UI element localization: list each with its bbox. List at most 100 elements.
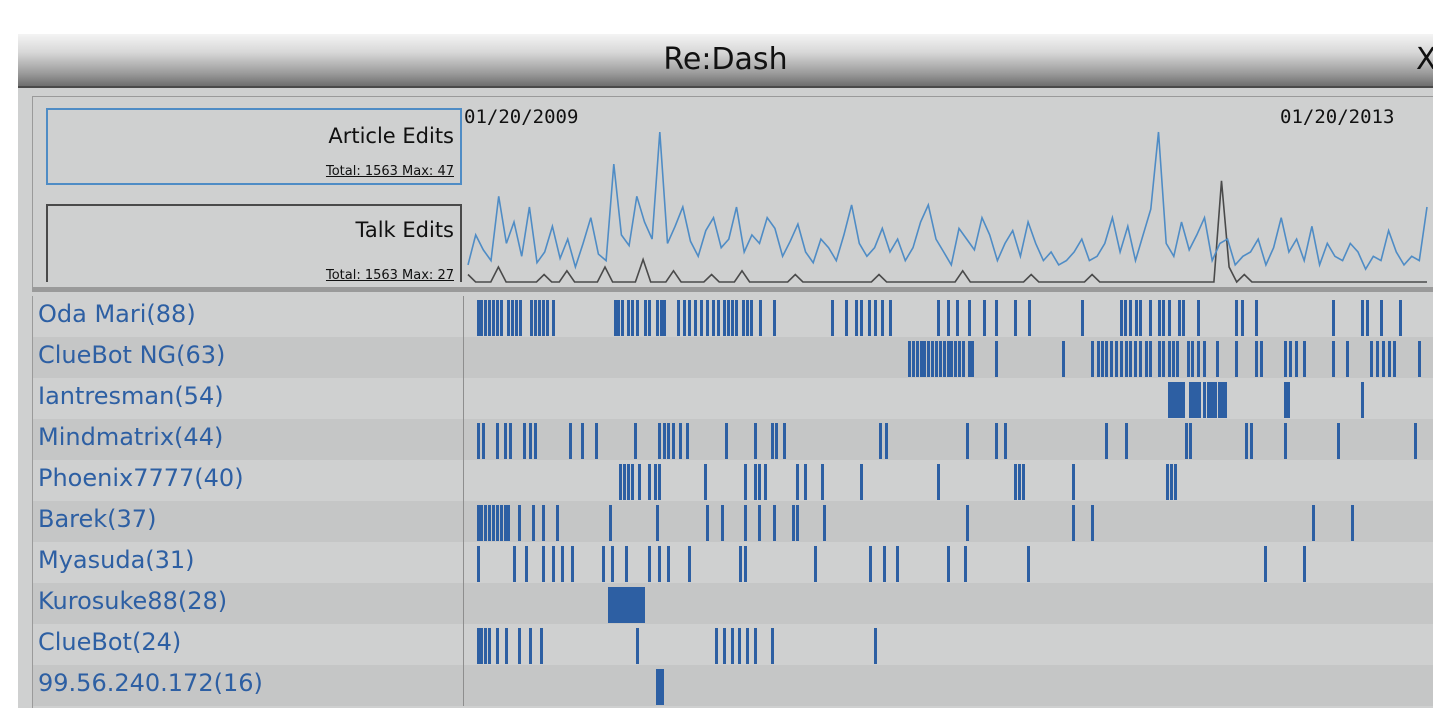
talk-edits-legend[interactable]: Talk Edits Total: 1563 Max: 27 bbox=[46, 204, 462, 283]
user-row[interactable]: ClueBot(24) bbox=[33, 624, 1433, 665]
edit-tick bbox=[534, 300, 537, 336]
edit-tick bbox=[860, 464, 863, 500]
edit-tick bbox=[534, 423, 537, 459]
edit-tick bbox=[519, 300, 522, 336]
edit-tick bbox=[966, 423, 969, 459]
user-name-link[interactable]: 99.56.240.172(16) bbox=[38, 669, 263, 697]
edit-timeline[interactable] bbox=[465, 300, 1433, 336]
edit-tick bbox=[683, 300, 686, 336]
edit-tick bbox=[1284, 423, 1287, 459]
user-name-link[interactable]: Iantresman(54) bbox=[38, 382, 224, 410]
user-row[interactable]: Kurosuke88(28) bbox=[33, 583, 1433, 624]
edit-tick bbox=[764, 464, 767, 500]
edit-tick bbox=[1198, 382, 1201, 418]
edit-tick bbox=[1351, 505, 1354, 541]
redash-window: Re:Dash X Article Edits Total: 1563 Max:… bbox=[18, 34, 1433, 708]
edit-tick bbox=[964, 546, 967, 582]
user-row[interactable]: Iantresman(54) bbox=[33, 378, 1433, 419]
edit-tick bbox=[569, 423, 572, 459]
edit-tick bbox=[1124, 300, 1127, 336]
edit-tick bbox=[889, 300, 892, 336]
row-separator bbox=[463, 378, 464, 419]
edit-tick bbox=[538, 300, 541, 336]
user-name-link[interactable]: Kurosuke88(28) bbox=[38, 587, 227, 615]
edit-tick bbox=[1081, 300, 1084, 336]
edit-tick bbox=[595, 423, 598, 459]
edit-timeline[interactable] bbox=[465, 382, 1433, 418]
edit-timeline[interactable] bbox=[465, 464, 1433, 500]
edit-timeline[interactable] bbox=[465, 669, 1433, 705]
edit-tick bbox=[529, 628, 532, 664]
edit-tick bbox=[488, 300, 491, 336]
edit-tick bbox=[636, 628, 639, 664]
edit-tick bbox=[1149, 300, 1152, 336]
edit-tick bbox=[885, 423, 888, 459]
edit-tick bbox=[750, 300, 753, 336]
edit-tick bbox=[783, 423, 786, 459]
edit-tick bbox=[775, 423, 778, 459]
title-bar[interactable]: Re:Dash X bbox=[18, 34, 1433, 88]
edit-tick bbox=[1189, 423, 1192, 459]
edit-tick bbox=[912, 341, 915, 377]
user-name-link[interactable]: Mindmatrix(44) bbox=[38, 423, 223, 451]
user-row[interactable]: Myasuda(31) bbox=[33, 542, 1433, 583]
user-name-link[interactable]: ClueBot(24) bbox=[38, 628, 181, 656]
user-name-link[interactable]: Myasuda(31) bbox=[38, 546, 195, 574]
edit-tick bbox=[855, 300, 858, 336]
edit-tick bbox=[1203, 382, 1206, 418]
edit-tick bbox=[511, 300, 514, 336]
edit-timeline[interactable] bbox=[465, 341, 1433, 377]
user-row[interactable]: Barek(37) bbox=[33, 501, 1433, 542]
edit-tick bbox=[1022, 464, 1025, 500]
article-edits-legend[interactable]: Article Edits Total: 1563 Max: 47 bbox=[46, 108, 462, 185]
edit-tick bbox=[1361, 300, 1364, 336]
edit-tick bbox=[667, 423, 670, 459]
edit-tick bbox=[634, 423, 637, 459]
edit-tick bbox=[1332, 341, 1335, 377]
edit-timeline[interactable] bbox=[465, 587, 1433, 623]
edit-tick bbox=[1214, 382, 1217, 418]
edit-tick bbox=[1418, 341, 1421, 377]
edit-tick bbox=[561, 546, 564, 582]
edit-tick bbox=[1120, 341, 1123, 377]
edit-tick bbox=[1120, 300, 1123, 336]
edit-tick bbox=[654, 464, 657, 500]
edit-tick bbox=[804, 464, 807, 500]
edit-tick bbox=[931, 341, 934, 377]
user-row[interactable]: 99.56.240.172(16) bbox=[33, 665, 1433, 706]
edit-tick bbox=[627, 300, 630, 336]
edit-tick bbox=[754, 628, 757, 664]
user-row[interactable]: Phoenix7777(40) bbox=[33, 460, 1433, 501]
edit-tick bbox=[1414, 423, 1417, 459]
edit-timeline[interactable] bbox=[465, 628, 1433, 664]
edit-tick bbox=[619, 464, 622, 500]
edit-timeline[interactable] bbox=[465, 546, 1433, 582]
user-row[interactable]: ClueBot NG(63) bbox=[33, 337, 1433, 378]
user-name-link[interactable]: ClueBot NG(63) bbox=[38, 341, 225, 369]
edit-tick bbox=[796, 464, 799, 500]
edit-tick bbox=[484, 300, 487, 336]
article-edits-label: Article Edits bbox=[328, 124, 454, 148]
edit-tick bbox=[1145, 341, 1148, 377]
edit-tick bbox=[744, 505, 747, 541]
edit-timeline[interactable] bbox=[465, 505, 1433, 541]
edit-tick bbox=[1376, 341, 1379, 377]
edit-tick bbox=[1174, 464, 1177, 500]
edit-timeline[interactable] bbox=[465, 423, 1433, 459]
user-row[interactable]: Mindmatrix(44) bbox=[33, 419, 1433, 460]
user-name-link[interactable]: Oda Mari(88) bbox=[38, 300, 196, 328]
user-name-link[interactable]: Phoenix7777(40) bbox=[38, 464, 244, 492]
user-row[interactable]: Oda Mari(88) bbox=[33, 296, 1433, 337]
edit-tick bbox=[663, 300, 666, 336]
edit-tick bbox=[1072, 464, 1075, 500]
edit-tick bbox=[525, 546, 528, 582]
edit-tick bbox=[552, 300, 555, 336]
user-name-link[interactable]: Barek(37) bbox=[38, 505, 156, 533]
close-icon[interactable]: X bbox=[1416, 44, 1433, 76]
edit-tick bbox=[496, 505, 499, 541]
edit-tick bbox=[513, 546, 516, 582]
edit-tick bbox=[658, 423, 661, 459]
article-edits-series bbox=[467, 131, 1428, 271]
edit-tick bbox=[648, 464, 651, 500]
edit-tick bbox=[507, 505, 510, 541]
